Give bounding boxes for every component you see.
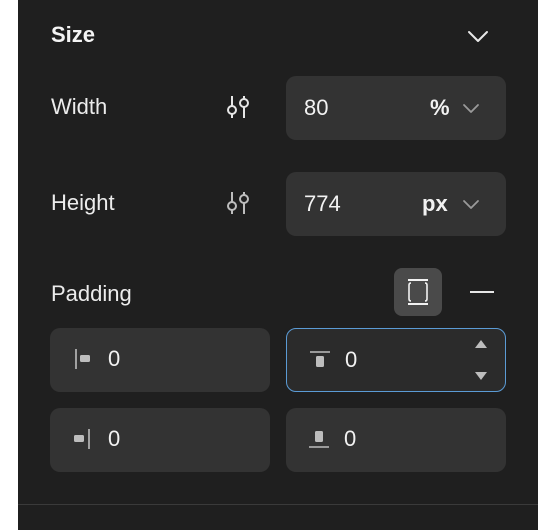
- height-value[interactable]: 774: [304, 191, 341, 217]
- width-field[interactable]: 80 %: [286, 76, 506, 140]
- sidebar-edge: [0, 0, 18, 530]
- height-label: Height: [51, 190, 115, 215]
- stepper-down-icon[interactable]: [474, 371, 488, 381]
- height-unit[interactable]: px: [422, 191, 448, 217]
- padding-uniform-toggle[interactable]: [470, 291, 494, 293]
- height-adjust-icon[interactable]: [224, 189, 252, 217]
- chevron-down-icon[interactable]: [466, 26, 490, 46]
- padding-top-value[interactable]: 0: [345, 347, 357, 373]
- padding-right-icon: [74, 429, 90, 449]
- padding-bottom-icon: [309, 431, 329, 448]
- padding-box-icon: [408, 279, 428, 305]
- stepper-up-icon[interactable]: [474, 339, 488, 349]
- width-unit[interactable]: %: [430, 95, 450, 121]
- padding-label: Padding: [51, 281, 132, 306]
- width-adjust-icon[interactable]: [224, 93, 252, 121]
- padding-right-field[interactable]: 0: [50, 408, 270, 472]
- width-label: Width: [51, 94, 108, 119]
- padding-left-icon: [75, 349, 90, 369]
- chevron-down-icon[interactable]: [461, 197, 481, 211]
- padding-individual-toggle[interactable]: [394, 268, 442, 316]
- width-value[interactable]: 80: [304, 95, 328, 121]
- section-title: Size: [51, 22, 96, 47]
- padding-left-value[interactable]: 0: [108, 346, 120, 372]
- section-divider: [18, 504, 538, 505]
- padding-left-field[interactable]: 0: [50, 328, 270, 392]
- padding-top-icon: [310, 351, 330, 367]
- padding-right-value[interactable]: 0: [108, 426, 120, 452]
- padding-bottom-value[interactable]: 0: [344, 426, 356, 452]
- chevron-down-icon[interactable]: [461, 101, 481, 115]
- padding-bottom-field[interactable]: 0: [286, 408, 506, 472]
- height-field[interactable]: 774 px: [286, 172, 506, 236]
- padding-top-field[interactable]: 0: [286, 328, 506, 392]
